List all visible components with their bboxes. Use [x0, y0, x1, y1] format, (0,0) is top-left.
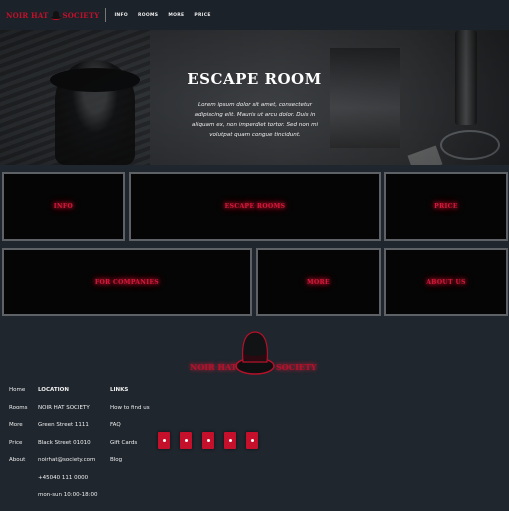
footer-nav: Home Rooms More Price About	[9, 386, 28, 474]
tile-info[interactable]: INFO	[2, 172, 125, 241]
footer-nav-price[interactable]: Price	[9, 439, 28, 457]
nav-link-price[interactable]: PRICE	[194, 13, 210, 18]
pinterest-icon[interactable]	[180, 432, 192, 449]
footer: NOIR HAT SOCIETY Home Rooms More Price A…	[0, 316, 509, 511]
tile-about-us-label: ABOUT US	[426, 278, 466, 286]
footer-logo-right: SOCIETY	[276, 362, 317, 372]
hat-icon	[50, 10, 61, 20]
brand-name-right: SOCIETY	[62, 10, 100, 20]
fedora-icon	[235, 331, 275, 375]
hero-title: ESCAPE ROOM	[187, 70, 322, 88]
social-icons	[158, 432, 258, 449]
top-navbar: NOIR HAT SOCIETY INFO ROOMS MORE PRICE	[0, 0, 509, 30]
footer-nav-more[interactable]: More	[9, 421, 28, 439]
tile-for-companies-label: FOR COMPANIES	[94, 278, 160, 286]
nav-link-info[interactable]: INFO	[114, 13, 128, 18]
tile-more-label: MORE	[306, 278, 331, 286]
tile-price-label: PRICE	[434, 203, 458, 210]
location-email[interactable]: noirhat@society.com	[38, 456, 97, 474]
hero-description: Lorem ipsum dolor sit amet, consectetur …	[191, 102, 319, 138]
nav-link-rooms[interactable]: ROOMS	[138, 13, 158, 18]
tile-more[interactable]: MORE	[256, 248, 381, 316]
link-gift-cards[interactable]: Gift Cards	[110, 439, 150, 457]
footer-nav-home[interactable]: Home	[9, 386, 28, 404]
tile-escape-rooms-label: ESCAPE ROOMS	[224, 203, 286, 210]
link-blog[interactable]: Blog	[110, 456, 150, 474]
footer-logo[interactable]: NOIR HAT SOCIETY	[190, 322, 320, 388]
link-how-to-find-us[interactable]: How to find us	[110, 404, 150, 422]
twitter-icon[interactable]	[202, 432, 214, 449]
tile-price[interactable]: PRICE	[384, 172, 508, 241]
location-hours: mon-sun 10:00-18:00	[38, 492, 98, 498]
location-address-1: Green Street 1111	[38, 422, 89, 428]
tile-about-us[interactable]: ABOUT US	[384, 248, 508, 316]
location-company: NOIR HAT SOCIETY	[38, 404, 90, 411]
nav-links: INFO ROOMS MORE PRICE	[114, 13, 210, 18]
tile-for-companies[interactable]: FOR COMPANIES	[2, 248, 252, 316]
location-address-2: Black Street 01010	[38, 439, 91, 446]
footer-links: LINKS How to find us FAQ Gift Cards Blog	[110, 386, 150, 474]
footer-logo-left: NOIR HAT	[190, 362, 237, 372]
brand-name-left: NOIR HAT	[6, 10, 49, 20]
tile-escape-rooms[interactable]: ESCAPE ROOMS	[129, 172, 381, 241]
facebook-icon[interactable]	[246, 432, 258, 449]
instagram-icon[interactable]	[158, 432, 170, 449]
location-heading: LOCATION	[38, 387, 69, 393]
nav-divider	[105, 8, 107, 22]
link-faq[interactable]: FAQ	[110, 421, 150, 439]
youtube-icon[interactable]	[224, 432, 236, 449]
footer-location: LOCATION NOIR HAT SOCIETY Green Street 1…	[38, 386, 97, 509]
links-heading: LINKS	[110, 387, 129, 393]
hero-banner: ESCAPE ROOM Lorem ipsum dolor sit amet, …	[0, 30, 509, 165]
nav-link-more[interactable]: MORE	[168, 13, 184, 18]
location-phone[interactable]: +45040 111 0000	[38, 474, 97, 492]
footer-nav-about[interactable]: About	[9, 456, 28, 474]
tile-info-label: INFO	[53, 203, 74, 210]
brand-logo[interactable]: NOIR HAT SOCIETY	[6, 10, 100, 20]
footer-nav-rooms[interactable]: Rooms	[9, 404, 28, 422]
hero-overlay	[0, 30, 509, 165]
